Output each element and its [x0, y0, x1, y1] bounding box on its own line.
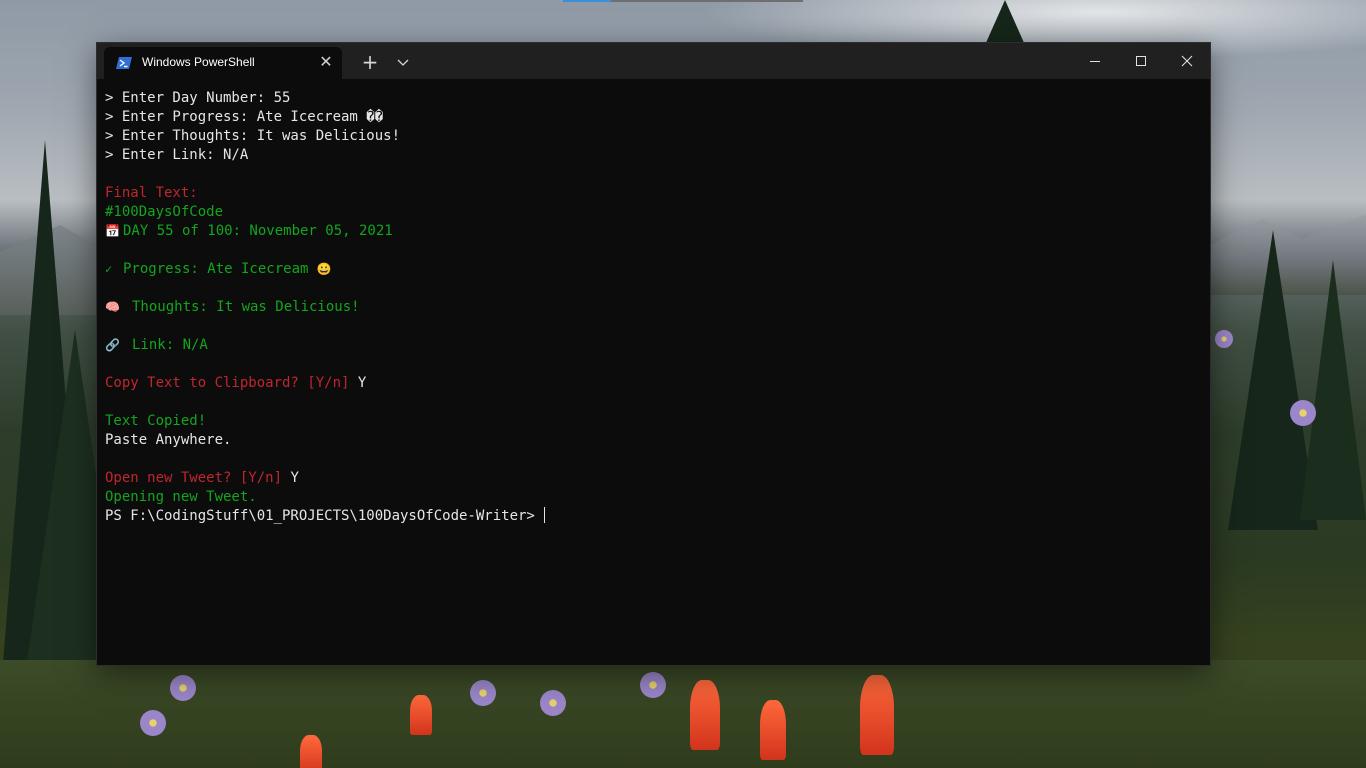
link-icon: 🔗 [105, 338, 120, 352]
flower [140, 710, 166, 736]
copied-message: Text Copied! [105, 413, 207, 429]
flower [170, 675, 196, 701]
opening-message: Opening new Tweet. [105, 489, 257, 505]
tab-powershell[interactable]: Windows PowerShell ✕ [104, 47, 342, 79]
minimize-button[interactable] [1072, 43, 1118, 79]
flower [540, 690, 566, 716]
check-icon: ✓ [105, 262, 113, 276]
input-line: > Enter Day Number: 55 [105, 90, 291, 106]
maximize-icon [1136, 56, 1146, 66]
thoughts-line: 🧠 Thoughts: It was Delicious! [105, 299, 360, 315]
tweet-prompt-line: Open new Tweet? [Y/n] Y [105, 470, 299, 486]
flower [640, 672, 666, 698]
paste-message: Paste Anywhere. [105, 432, 232, 448]
brain-icon: 🧠 [105, 300, 120, 314]
hashtag-line: #100DaysOfCode [105, 204, 224, 220]
close-icon [1181, 55, 1193, 67]
flower [690, 680, 720, 750]
powershell-prompt[interactable]: PS F:\CodingStuff\01_PROJECTS\100DaysOfC… [105, 507, 546, 526]
flower [860, 675, 894, 755]
chevron-down-icon [397, 59, 409, 66]
flower [300, 735, 322, 768]
copy-prompt-line: Copy Text to Clipboard? [Y/n] Y [105, 375, 367, 391]
input-line: > Enter Link: N/A [105, 147, 249, 163]
calendar-icon: 📅 [105, 224, 120, 238]
meadow [0, 660, 1366, 768]
progress-line: ✓ Progress: Ate Icecream 😀 [105, 261, 332, 277]
minimize-icon [1090, 61, 1100, 62]
input-line: > Enter Thoughts: It was Delicious! [105, 128, 401, 144]
powershell-icon [116, 55, 132, 69]
flower [1290, 400, 1316, 426]
day-line: 📅 DAY 55 of 100: November 05, 2021 [105, 223, 393, 239]
title-bar[interactable]: Windows PowerShell ✕ + [97, 43, 1210, 79]
close-tab-icon[interactable]: ✕ [316, 52, 336, 72]
close-window-button[interactable] [1164, 43, 1210, 79]
tab-dropdown-button[interactable] [391, 49, 415, 75]
mountain-right [1206, 215, 1366, 295]
flower [470, 680, 496, 706]
text-cursor [544, 507, 546, 523]
final-text-label: Final Text: [105, 185, 198, 201]
link-line: 🔗 Link: N/A [105, 337, 208, 353]
new-tab-button[interactable]: + [355, 49, 385, 75]
tab-title: Windows PowerShell [142, 55, 255, 69]
terminal-window: Windows PowerShell ✕ + > Enter Day Numbe… [97, 43, 1210, 665]
tree [1300, 260, 1366, 520]
flower [760, 700, 786, 760]
taskbar-edge [563, 0, 803, 2]
input-line: > Enter Progress: Ate Icecream �� [105, 109, 384, 125]
smiley-icon: 😀 [316, 262, 332, 276]
flower [410, 695, 432, 735]
maximize-button[interactable] [1118, 43, 1164, 79]
flower [1215, 330, 1233, 348]
terminal-output[interactable]: > Enter Day Number: 55 > Enter Progress:… [105, 89, 1200, 655]
